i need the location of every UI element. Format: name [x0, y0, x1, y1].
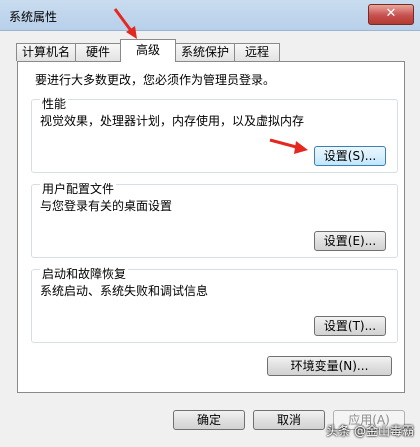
window-title: 系统属性: [9, 10, 58, 24]
watermark: 头条 @金山毒霸: [326, 424, 414, 438]
admin-note: 要进行大多数更改，您必须作为管理员登录。: [35, 73, 276, 87]
user-profiles-group: 用户配置文件 与您登录有关的桌面设置 设置(E)...: [31, 180, 398, 258]
ok-button[interactable]: 确定: [173, 410, 245, 430]
tab-remote[interactable]: 远程: [234, 43, 280, 61]
performance-group: 性能 视觉效果，处理器计划，内存使用，以及虚拟内存 设置(S)...: [31, 95, 398, 173]
title-bar: 系统属性 ✕: [0, 0, 420, 31]
startup-recovery-group: 启动和故障恢复 系统启动、系统失败和调试信息 设置(T)...: [31, 265, 398, 343]
performance-title: 性能: [40, 95, 69, 112]
performance-desc: 视觉效果，处理器计划，内存使用，以及虚拟内存: [40, 114, 305, 128]
tab-system-protection[interactable]: 系统保护: [175, 43, 235, 61]
startup-recovery-settings-button[interactable]: 设置(T)...: [314, 316, 386, 336]
close-button[interactable]: ✕: [368, 4, 414, 25]
arrow-to-advanced-tab: [113, 8, 137, 39]
user-profiles-settings-button[interactable]: 设置(E)...: [314, 231, 386, 251]
tab-advanced[interactable]: 高级: [120, 39, 176, 62]
cancel-button[interactable]: 取消: [253, 410, 325, 430]
tab-computer-name[interactable]: 计算机名: [16, 43, 76, 61]
performance-settings-button[interactable]: 设置(S)...: [314, 146, 386, 166]
startup-recovery-desc: 系统启动、系统失败和调试信息: [40, 284, 209, 298]
arrow-to-performance-settings: [269, 138, 308, 154]
user-profiles-title: 用户配置文件: [40, 180, 117, 197]
environment-variables-button[interactable]: 环境变量(N)...: [267, 356, 392, 376]
user-profiles-desc: 与您登录有关的桌面设置: [40, 199, 173, 213]
startup-recovery-title: 启动和故障恢复: [40, 265, 129, 282]
tab-hardware[interactable]: 硬件: [75, 43, 121, 61]
